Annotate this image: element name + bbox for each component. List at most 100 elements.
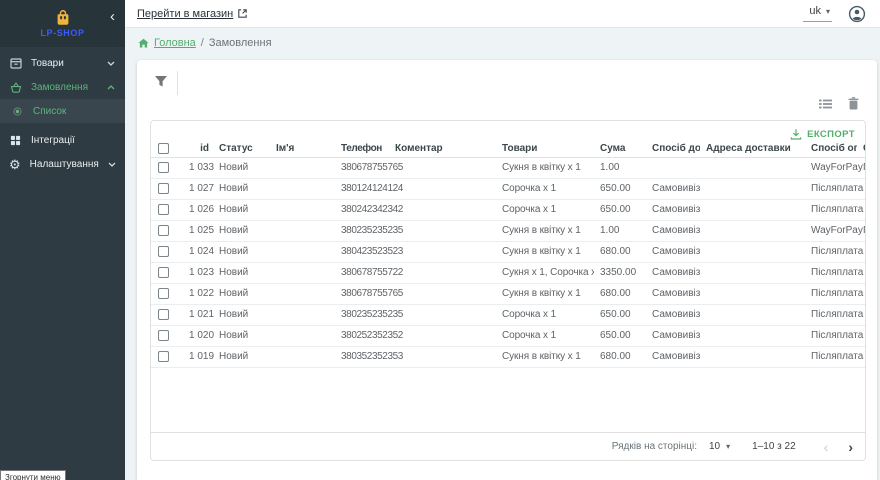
rows-per-page-select[interactable]: 10 ▾ — [709, 441, 730, 452]
go-to-store-link[interactable]: Перейти в магазин — [137, 8, 248, 20]
cell-checkbox — [151, 178, 183, 199]
orders-table-body: 1 033 Новий 380678755765 Сукня в квітку … — [151, 157, 866, 367]
cell-sum: 680.00 — [594, 346, 646, 367]
cell-sum: 650.00 — [594, 178, 646, 199]
row-checkbox[interactable] — [158, 225, 169, 236]
rows-per-page-label: Рядків на сторінці: — [612, 441, 697, 452]
funnel-icon — [154, 75, 168, 88]
cell-delivery: Самовивіз — [646, 325, 700, 346]
row-checkbox[interactable] — [158, 267, 169, 278]
radio-dot-icon — [11, 107, 24, 116]
chevron-down-icon — [108, 162, 116, 167]
row-checkbox[interactable] — [158, 351, 169, 362]
cell-status: Новий — [213, 199, 270, 220]
delete-button[interactable] — [848, 97, 859, 110]
order-row[interactable]: 1 019 Новий 380352352353 Сукня в квітку … — [151, 346, 866, 367]
order-row[interactable]: 1 024 Новий 380423523523 Сукня в квітку … — [151, 241, 866, 262]
sidebar-item-orders[interactable]: Замовлення — [0, 75, 125, 99]
order-row[interactable]: 1 021 Новий 380235235235 Сорочка x 1 650… — [151, 304, 866, 325]
sidebar-item-settings[interactable]: ⚙ Налаштування — [0, 152, 125, 176]
col-header-phone: Телефон — [337, 140, 389, 157]
row-checkbox[interactable] — [158, 309, 169, 320]
col-header-goods: Товари — [496, 140, 594, 157]
cell-address — [700, 241, 805, 262]
sidebar-item-orders-list[interactable]: Список — [0, 99, 125, 123]
view-list-button[interactable] — [819, 99, 832, 109]
logo[interactable]: LP-SHOP — [40, 10, 84, 38]
row-checkbox[interactable] — [158, 183, 169, 194]
pagination-bar: Рядків на сторінці: 10 ▾ 1–10 з 22 ‹ › — [151, 432, 865, 460]
cell-sum: 1.00 — [594, 157, 646, 178]
logo-text: LP-SHOP — [40, 28, 84, 38]
cell-address — [700, 262, 805, 283]
collapse-sidebar-button[interactable]: ‹ — [110, 9, 115, 24]
breadcrumb-home-link[interactable]: Головна — [154, 37, 196, 49]
row-checkbox[interactable] — [158, 288, 169, 299]
gear-icon: ⚙ — [9, 158, 21, 171]
order-row[interactable]: 1 025 Новий 380235235235 Сукня в квітку … — [151, 220, 866, 241]
next-page-button[interactable]: › — [844, 440, 857, 454]
cell-comment — [389, 178, 496, 199]
cell-delivery: Самовивіз — [646, 178, 700, 199]
cell-phone: 380678755765 — [337, 283, 389, 304]
row-checkbox[interactable] — [158, 204, 169, 215]
select-all-checkbox[interactable] — [158, 143, 169, 154]
cell-goods: Сукня в квітку x 1 — [496, 157, 594, 178]
cell-name — [270, 283, 337, 304]
order-row[interactable]: 1 026 Новий 380242342342 Сорочка x 1 650… — [151, 199, 866, 220]
col-header-payment: Спосіб оп... — [805, 140, 857, 157]
cell-sum: 3350.00 — [594, 262, 646, 283]
cell-id: 1 024 — [183, 241, 213, 262]
rows-per-page-value: 10 — [709, 441, 720, 452]
cell-id: 1 033 — [183, 157, 213, 178]
cell-name — [270, 304, 337, 325]
cell-id: 1 026 — [183, 199, 213, 220]
topbar-right: uk ▾ — [803, 5, 866, 23]
cell-goods: Сорочка x 1 — [496, 304, 594, 325]
sidebar-item-label: Замовлення — [31, 82, 88, 93]
col-header-pay-status: С — [857, 140, 866, 157]
cell-status: Новий — [213, 157, 270, 178]
sidebar-item-integrations[interactable]: Інтеграції — [0, 128, 125, 152]
account-circle-icon — [848, 5, 866, 23]
cell-phone: 380252352352 — [337, 325, 389, 346]
cell-comment — [389, 241, 496, 262]
language-value: uk — [809, 5, 821, 17]
cell-goods: Сукня x 1, Сорочка x 4 — [496, 262, 594, 283]
language-select[interactable]: uk ▾ — [803, 5, 832, 22]
order-row[interactable]: 1 022 Новий 380678755765 Сукня в квітку … — [151, 283, 866, 304]
cell-phone: 380352352353 — [337, 346, 389, 367]
order-row[interactable]: 1 033 Новий 380678755765 Сукня в квітку … — [151, 157, 866, 178]
cell-checkbox — [151, 157, 183, 178]
cell-checkbox — [151, 346, 183, 367]
row-checkbox[interactable] — [158, 330, 169, 341]
cell-address — [700, 199, 805, 220]
chevron-down-icon — [107, 61, 115, 66]
col-header-address: Адреса доставки — [700, 140, 805, 157]
cell-delivery: Самовивіз — [646, 346, 700, 367]
cell-status: Новий — [213, 304, 270, 325]
order-row[interactable]: 1 027 Новий 380124124124 Сорочка x 1 650… — [151, 178, 866, 199]
cell-delivery: Самовивіз — [646, 199, 700, 220]
cell-address — [700, 178, 805, 199]
sidebar-item-products[interactable]: Товари — [0, 51, 125, 75]
cell-comment — [389, 262, 496, 283]
prev-page-button[interactable]: ‹ — [820, 440, 833, 454]
trash-icon — [848, 97, 859, 110]
order-row[interactable]: 1 020 Новий 380252352352 Сорочка x 1 650… — [151, 325, 866, 346]
row-checkbox[interactable] — [158, 162, 169, 173]
filter-button[interactable] — [150, 71, 172, 91]
cell-name — [270, 220, 337, 241]
cell-name — [270, 241, 337, 262]
cell-checkbox — [151, 325, 183, 346]
export-button[interactable]: ЕКСПОРТ — [790, 128, 855, 140]
home-icon — [138, 38, 149, 48]
row-checkbox[interactable] — [158, 246, 169, 257]
cell-goods: Сукня в квітку x 1 — [496, 283, 594, 304]
account-button[interactable] — [848, 5, 866, 23]
table-header-row: id Статус Ім'я Телефон Коментар Товари С… — [151, 140, 866, 157]
cell-comment — [389, 283, 496, 304]
cell-status: Новий — [213, 178, 270, 199]
col-header-name: Ім'я — [270, 140, 337, 157]
order-row[interactable]: 1 023 Новий 380678755722 Сукня x 1, Соро… — [151, 262, 866, 283]
